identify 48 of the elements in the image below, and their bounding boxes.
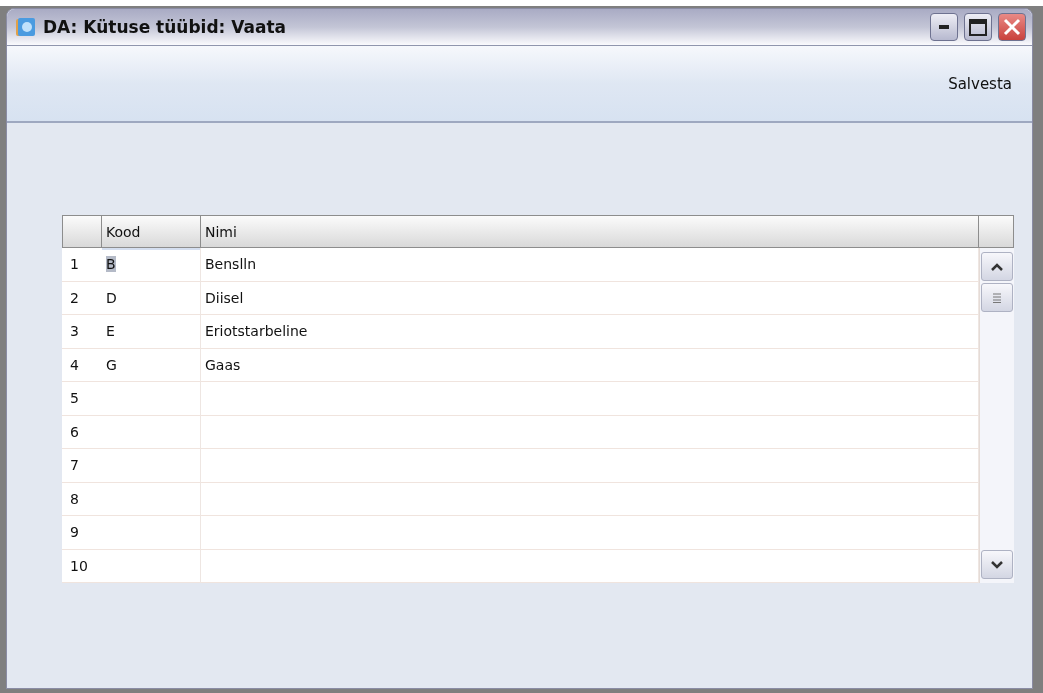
table-cell[interactable]: Benslln [201, 248, 979, 282]
table-cell[interactable]: Eriotstarbeline [201, 315, 979, 349]
app-icon [15, 16, 37, 38]
save-button[interactable]: Salvesta [944, 72, 1016, 95]
scroll-thumb[interactable] [981, 283, 1013, 312]
table-cell[interactable]: Gaas [201, 348, 979, 382]
row-number: 5 [62, 382, 102, 416]
table-cell[interactable]: Diisel [201, 281, 979, 315]
table-cell[interactable] [102, 516, 201, 550]
table-cell[interactable] [102, 449, 201, 483]
row-number: 6 [62, 415, 102, 449]
column-header[interactable]: Kood [102, 215, 201, 248]
table-cell[interactable] [201, 449, 979, 483]
table-cell[interactable] [201, 482, 979, 516]
table-cell[interactable] [201, 382, 979, 416]
row-number: 7 [62, 449, 102, 483]
row-number: 10 [62, 549, 102, 583]
scroll-down-button[interactable] [981, 550, 1013, 579]
table-cell[interactable] [102, 415, 201, 449]
table-cell[interactable] [201, 516, 979, 550]
table-cell[interactable]: G [102, 348, 201, 382]
row-number: 2 [62, 281, 102, 315]
row-number: 3 [62, 315, 102, 349]
row-number: 8 [62, 482, 102, 516]
grip-icon [992, 292, 1002, 303]
minimize-button[interactable] [930, 13, 958, 41]
table-cell[interactable]: D [102, 281, 201, 315]
scroll-up-button[interactable] [981, 252, 1013, 281]
table-cell[interactable]: E [102, 315, 201, 349]
close-button[interactable] [998, 13, 1026, 41]
window-title: DA: Kütuse tüübid: Vaata [43, 17, 288, 37]
maximize-button[interactable] [964, 13, 992, 41]
close-icon [1003, 18, 1021, 36]
maximize-icon [969, 18, 987, 36]
row-number: 1 [62, 248, 102, 282]
scrollbar[interactable] [979, 248, 1014, 583]
column-header[interactable]: Nimi [201, 215, 979, 248]
row-number: 9 [62, 516, 102, 550]
table-cell[interactable] [102, 482, 201, 516]
table-cell[interactable] [102, 549, 201, 583]
minimize-icon [939, 25, 949, 29]
table-cell[interactable] [201, 415, 979, 449]
chevron-up-icon [990, 262, 1004, 271]
table-cell[interactable] [102, 382, 201, 416]
table-cell[interactable]: B [102, 248, 201, 282]
row-number: 4 [62, 348, 102, 382]
table-cell[interactable] [201, 549, 979, 583]
chevron-down-icon [990, 560, 1004, 569]
